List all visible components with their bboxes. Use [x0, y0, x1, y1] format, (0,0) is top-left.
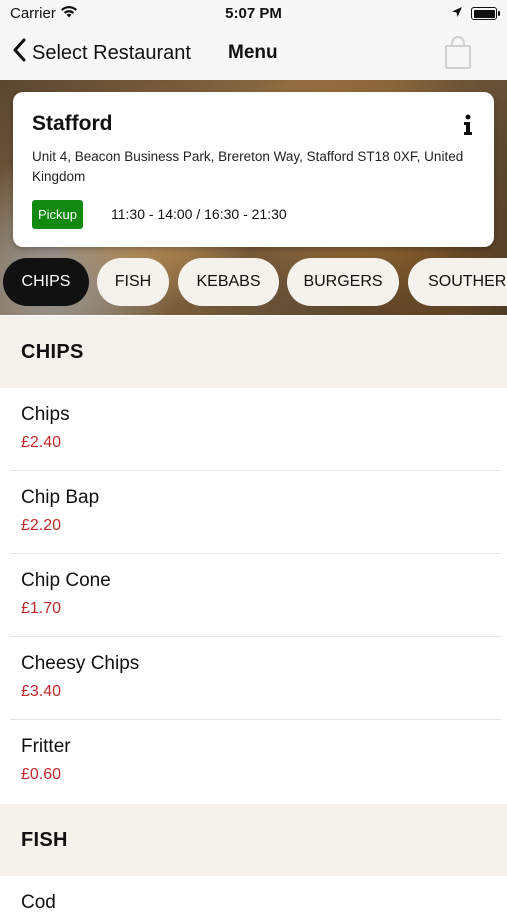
restaurant-name: Stafford	[32, 112, 113, 135]
status-right	[451, 5, 500, 22]
item-name: Cheesy Chips	[21, 653, 140, 674]
nav-bar: Select Restaurant Menu	[0, 28, 507, 80]
pickup-badge: Pickup	[32, 200, 84, 229]
tab-kebabs[interactable]: KEBABS	[178, 258, 279, 306]
tab-chips[interactable]: CHIPS	[3, 258, 89, 306]
tab-burgers[interactable]: BURGERS	[287, 258, 399, 306]
shopping-bag-icon	[443, 36, 473, 74]
restaurant-address: Unit 4, Beacon Business Park, Brereton W…	[32, 149, 464, 184]
menu-item[interactable]: Cheesy Chips £3.40	[0, 637, 507, 720]
tab-fish[interactable]: FISH	[97, 258, 169, 306]
section-header-fish: FISH	[0, 804, 507, 876]
section-header-chips: CHIPS	[0, 316, 507, 388]
chevron-left-icon	[12, 38, 26, 68]
item-name[interactable]: Cod	[21, 892, 56, 914]
tab-southern[interactable]: SOUTHERN	[408, 258, 507, 306]
item-name: Chips	[21, 404, 70, 425]
status-bar: Carrier 5:07 PM	[0, 0, 507, 28]
location-arrow-icon	[451, 5, 463, 22]
item-price: £1.70	[21, 600, 62, 617]
back-button[interactable]: Select Restaurant	[12, 38, 191, 68]
restaurant-info-card: Stafford Unit 4, Beacon Business Park, B…	[13, 92, 494, 247]
category-tabs: CHIPS FISH KEBABS BURGERS SOUTHERN	[0, 258, 507, 306]
item-price: £0.60	[21, 766, 62, 783]
info-icon[interactable]	[460, 114, 476, 136]
item-price: £2.40	[21, 434, 62, 451]
item-name: Fritter	[21, 736, 71, 757]
item-name: Chip Cone	[21, 570, 111, 591]
cart-button[interactable]	[443, 36, 473, 75]
item-name: Chip Bap	[21, 487, 100, 508]
item-price: £2.20	[21, 517, 62, 534]
page-title: Menu	[228, 42, 278, 63]
menu-item[interactable]: Chips £2.40	[0, 388, 507, 471]
menu-item[interactable]: Fritter £0.60	[0, 720, 507, 803]
battery-icon	[471, 7, 500, 20]
menu-item[interactable]: Chip Bap £2.20	[0, 471, 507, 554]
status-time: 5:07 PM	[225, 5, 282, 22]
opening-hours: 11:30 - 14:00 / 16:30 - 21:30	[111, 206, 287, 222]
back-label: Select Restaurant	[32, 41, 191, 64]
item-price: £3.40	[21, 683, 62, 700]
menu-item[interactable]: Chip Cone £1.70	[0, 554, 507, 637]
